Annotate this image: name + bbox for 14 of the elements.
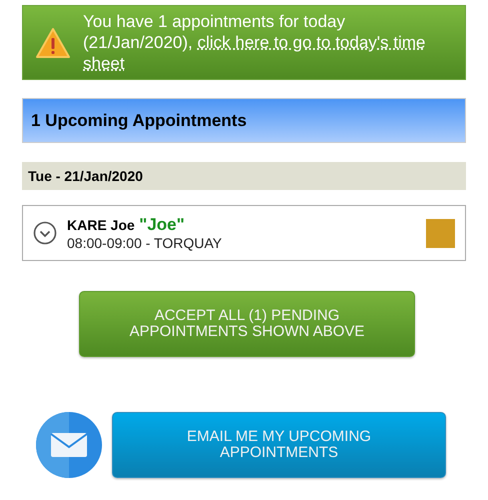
- email-icon: [36, 412, 102, 478]
- timesheet-link[interactable]: click here to go to today's time: [197, 33, 426, 52]
- section-header: 1 Upcoming Appointments: [22, 98, 466, 143]
- appointment-card[interactable]: KARE Joe "Joe" 08:00-09:00 - TORQUAY: [22, 205, 466, 261]
- email-button[interactable]: EMAIL ME MY UPCOMING APPOINTMENTS: [112, 412, 446, 478]
- client-name: KARE Joe: [67, 217, 135, 233]
- alert-message: You have 1 appointments for today (21/Jan/2020), click here to go to today's time sheet: [83, 11, 426, 74]
- accept-all-button[interactable]: ACCEPT ALL (1) PENDING APPOINTMENTS SHOWN ABOVE: [79, 291, 415, 357]
- client-nickname: "Joe": [139, 215, 185, 234]
- timesheet-link[interactable]: sheet: [83, 54, 125, 73]
- appointment-details: 08:00-09:00 - TORQUAY: [67, 235, 223, 251]
- date-header: Tue - 21/Jan/2020: [22, 162, 466, 190]
- expand-icon[interactable]: [33, 221, 57, 245]
- warning-icon: [35, 26, 71, 58]
